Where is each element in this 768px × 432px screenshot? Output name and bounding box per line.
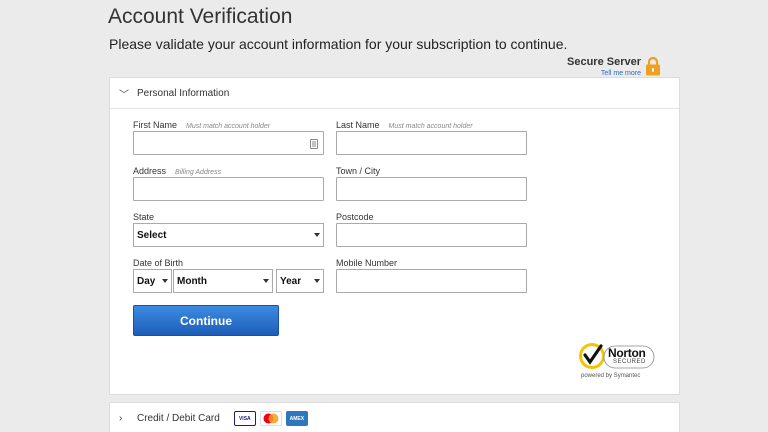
dob-day-select[interactable]: Day <box>133 269 172 293</box>
page: Account Verification Please validate you… <box>0 0 768 432</box>
date-of-birth-label: Date of Birth <box>133 258 184 268</box>
first-name-input[interactable] <box>133 131 324 155</box>
amex-card-icon: AMEX <box>285 411 308 426</box>
personal-information-panel: ﹀ Personal Information First Name Must ma… <box>109 77 680 395</box>
norton-name: Norton <box>608 346 646 360</box>
page-subtitle: Please validate your account information… <box>109 36 568 52</box>
postcode-input[interactable] <box>336 223 527 247</box>
dropdown-arrow-icon <box>314 233 320 237</box>
visa-card-icon: VISA <box>233 411 256 426</box>
first-name-label: First Name Must match account holder <box>133 120 270 130</box>
town-label: Town / City <box>336 166 381 176</box>
contact-card-icon <box>310 139 318 149</box>
dob-month-select[interactable]: Month <box>173 269 273 293</box>
chevron-down-icon: ﹀ <box>119 89 129 101</box>
postcode-label: Postcode <box>336 212 374 222</box>
last-name-hint: Must match account holder <box>388 123 473 130</box>
norton-secured-badge: Norton SECURED powered by Symantec <box>577 340 659 387</box>
state-select[interactable]: Select <box>133 223 324 247</box>
address-hint: Billing Address <box>175 169 222 176</box>
address-input[interactable] <box>133 177 324 201</box>
lock-icon <box>646 56 660 76</box>
last-name-label-text: Last Name <box>336 120 380 130</box>
town-input[interactable] <box>336 177 527 201</box>
secure-server-badge: Secure Server Tell me more <box>567 56 661 78</box>
last-name-input[interactable] <box>336 131 527 155</box>
page-title: Account Verification <box>108 5 293 28</box>
credit-debit-card-title: Credit / Debit Card <box>137 413 220 424</box>
mastercard-icon <box>259 411 282 426</box>
norton-secured-text: SECURED <box>613 359 646 365</box>
mobile-number-input[interactable] <box>336 269 527 293</box>
continue-button[interactable]: Continue <box>133 305 279 336</box>
first-name-label-text: First Name <box>133 120 178 130</box>
powered-by-symantec: powered by Symantec <box>581 373 641 379</box>
address-label-text: Address <box>133 166 167 176</box>
personal-information-header[interactable]: ﹀ Personal Information <box>110 78 679 109</box>
dropdown-arrow-icon <box>263 279 269 283</box>
first-name-hint: Must match account holder <box>186 123 271 130</box>
dob-month-value: Month <box>177 275 207 287</box>
chevron-right-icon: › <box>119 413 123 424</box>
last-name-label: Last Name Must match account holder <box>336 120 473 130</box>
dob-day-value: Day <box>137 275 156 287</box>
state-label: State <box>133 212 155 222</box>
card-logos: VISA AMEX <box>233 411 308 426</box>
dob-year-value: Year <box>280 275 302 287</box>
personal-information-title: Personal Information <box>137 87 230 99</box>
credit-debit-card-header[interactable]: › Credit / Debit Card VISA AMEX <box>110 403 679 432</box>
state-select-value: Select <box>137 229 167 241</box>
mobile-number-label: Mobile Number <box>336 258 398 268</box>
dropdown-arrow-icon <box>162 279 168 283</box>
credit-debit-card-panel: › Credit / Debit Card VISA AMEX <box>109 402 680 432</box>
dob-year-select[interactable]: Year <box>276 269 324 293</box>
address-label: Address Billing Address <box>133 166 221 176</box>
dropdown-arrow-icon <box>314 279 320 283</box>
